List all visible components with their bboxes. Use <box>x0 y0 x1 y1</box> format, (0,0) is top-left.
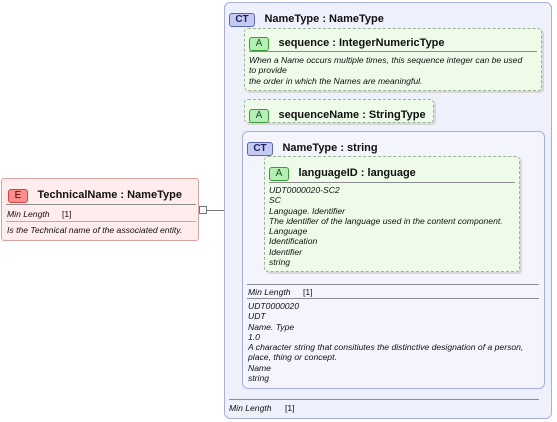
inner-type-badge: CT <box>247 142 273 156</box>
attribute-sequence-name-header: A sequenceName : StringType <box>249 105 426 123</box>
attribute-language-title: languageID : language <box>298 167 416 179</box>
complex-type-facet-name: Min Length <box>229 403 272 413</box>
attribute-badge: A <box>269 167 289 181</box>
element-header: E TechnicalName : NameType <box>8 185 182 203</box>
doc-line: UDT0000020 <box>248 301 300 311</box>
attribute-badge: A <box>249 109 269 123</box>
doc-line: string <box>269 257 291 268</box>
attribute-badge: A <box>249 37 269 51</box>
doc-line: 1.0 <box>248 331 260 342</box>
inner-type-title: NameType : string <box>282 142 378 154</box>
attribute-language-doc: UDT0000020-SC2 SC Language. Identifier T… <box>269 185 503 267</box>
expand-toggle[interactable] <box>199 206 207 214</box>
attribute-sequence[interactable]: A sequence : IntegerNumericType When a N… <box>244 28 542 91</box>
element-facet-value: [1] <box>62 209 72 219</box>
doc-line: Identifier <box>269 246 302 257</box>
doc-line: string <box>248 373 270 384</box>
complex-type-divider <box>229 399 539 400</box>
doc-line: UDT <box>248 311 266 322</box>
doc-line: Identification <box>269 236 318 247</box>
attribute-sequence-divider <box>249 51 537 52</box>
attribute-sequence-header: A sequence : IntegerNumericType <box>249 33 445 51</box>
element-badge: E <box>8 189 28 203</box>
element-documentation: Is the Technical name of the associated … <box>7 225 183 235</box>
element-facet-name: Min Length <box>7 209 50 219</box>
doc-line: to provide <box>249 65 287 76</box>
doc-line: The identifier of the language used in t… <box>269 215 503 226</box>
doc-line: SC <box>269 195 281 206</box>
inner-type-facet-name: Min Length <box>248 287 291 297</box>
doc-line: UDT0000020-SC2 <box>269 185 340 195</box>
complex-type-facet-value: [1] <box>285 403 295 413</box>
element-technical-name[interactable]: E TechnicalName : NameType Min Length [1… <box>1 178 199 241</box>
element-divider-2 <box>6 221 196 222</box>
attribute-sequence-name-title: sequenceName : StringType <box>278 109 426 121</box>
element-title: TechnicalName : NameType <box>37 189 182 201</box>
inner-type-header: CT NameType : string <box>247 138 378 156</box>
complex-type-title: NameType : NameType <box>264 13 384 25</box>
inner-type-divider <box>247 284 539 285</box>
complex-type-header: CT NameType : NameType <box>229 9 384 27</box>
attribute-language-divider <box>269 182 515 183</box>
doc-line: Language. Identifier <box>269 205 345 216</box>
attribute-sequence-title: sequence : IntegerNumericType <box>278 37 445 49</box>
attribute-sequence-doc: When a Name occurs multiple times, this … <box>249 55 522 86</box>
attribute-language-header: A languageID : language <box>269 163 416 181</box>
attribute-sequence-name[interactable]: A sequenceName : StringType <box>244 99 434 123</box>
doc-line: Language <box>269 226 308 237</box>
doc-line: When a Name occurs multiple times, this … <box>249 55 523 65</box>
doc-line: place, thing or concept. <box>248 352 337 363</box>
doc-line: Name <box>248 362 271 373</box>
inner-type-doc: UDT0000020 UDT Name. Type 1.0 A characte… <box>248 301 523 383</box>
doc-line: Name. Type <box>248 321 295 332</box>
inner-type-divider-2 <box>247 298 539 299</box>
complex-type-badge: CT <box>229 13 255 27</box>
doc-line: A character string that consitiutes the … <box>248 342 524 353</box>
element-divider <box>6 204 196 205</box>
inner-type-facet-value: [1] <box>303 287 313 297</box>
attribute-language-id[interactable]: A languageID : language UDT0000020-SC2 S… <box>264 156 520 272</box>
doc-line: the order in which the Names are meaning… <box>249 75 423 86</box>
